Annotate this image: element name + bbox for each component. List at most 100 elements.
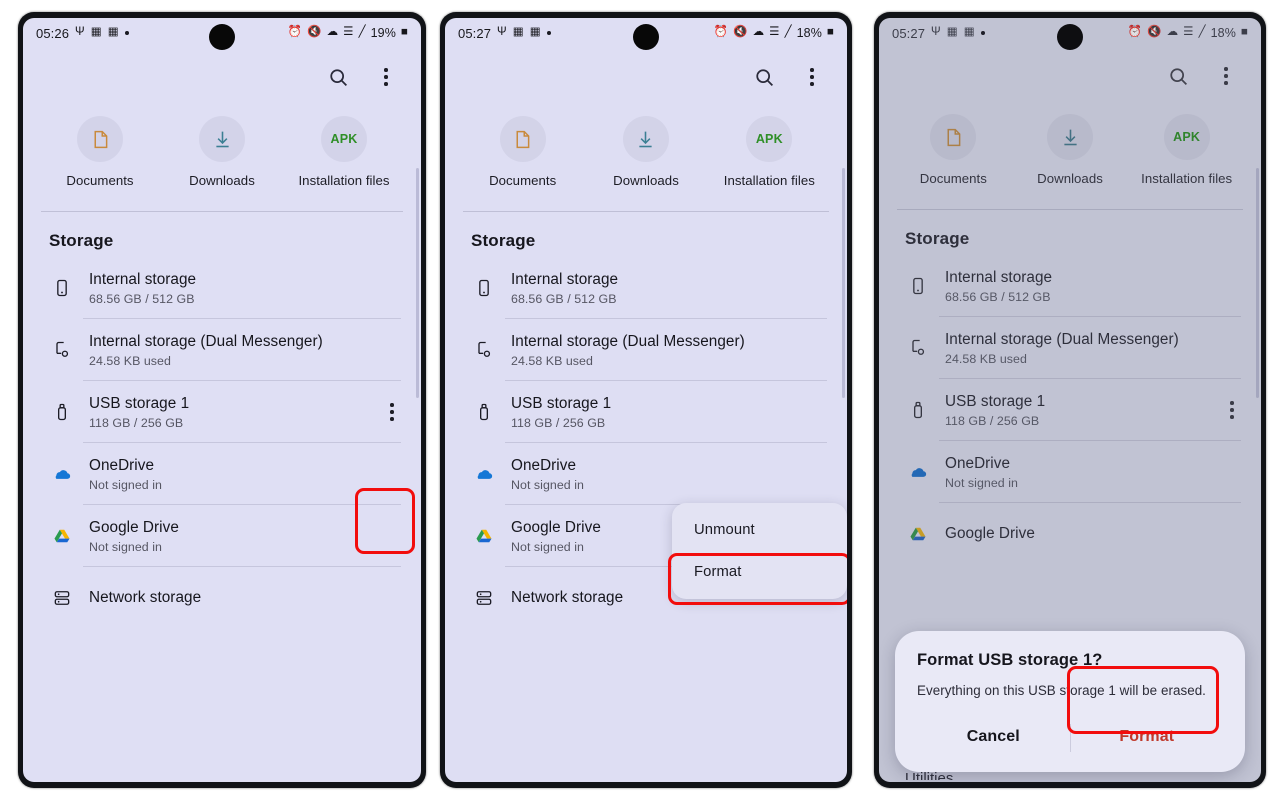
apk-label: APK bbox=[755, 132, 783, 146]
picture-in-picture-icon: ▦ bbox=[107, 26, 119, 39]
network-storage-icon bbox=[45, 581, 79, 615]
usb-drive-icon bbox=[45, 395, 79, 429]
shortcut-label: Documents bbox=[489, 173, 557, 188]
wifi-icon: ☁ bbox=[752, 26, 765, 39]
storage-row-usb[interactable]: USB storage 1 118 GB / 256 GB bbox=[879, 379, 1261, 441]
menu-item-unmount[interactable]: Unmount bbox=[672, 509, 847, 551]
shortcut-label: Installation files bbox=[298, 173, 390, 188]
row-subtitle: 24.58 KB used bbox=[511, 353, 593, 368]
search-icon[interactable] bbox=[325, 64, 351, 90]
row-title: USB storage 1 bbox=[945, 392, 1046, 410]
row-subtitle: Not signed in bbox=[89, 477, 162, 492]
usb-icon: Ψ bbox=[497, 26, 507, 39]
storage-row-google-drive[interactable]: Google Drive Not signed in bbox=[23, 505, 421, 567]
format-button[interactable]: Format bbox=[1071, 714, 1224, 762]
status-time: 05:26 bbox=[36, 25, 70, 41]
shortcut-documents[interactable]: Documents bbox=[461, 116, 584, 188]
storage-list-3: Internal storage 68.56 GB / 512 GB Inter… bbox=[879, 255, 1261, 565]
search-icon[interactable] bbox=[751, 64, 777, 90]
shortcut-installation-files[interactable]: APK Installation files bbox=[283, 116, 405, 188]
usb-drive-icon bbox=[467, 395, 501, 429]
dot-icon bbox=[124, 31, 129, 35]
search-icon[interactable] bbox=[1165, 63, 1191, 89]
row-title: Google Drive bbox=[89, 518, 179, 536]
row-title: USB storage 1 bbox=[511, 394, 612, 412]
phone-screen-3: 05:27 Ψ ▦ ▦ ⏰ 🔇 ☁ ☰ ╱ 18% ■ Documents Do… bbox=[879, 18, 1261, 782]
menu-item-format[interactable]: Format bbox=[672, 551, 847, 593]
storage-row-google-drive[interactable]: Google Drive bbox=[879, 503, 1261, 565]
app-bar-2 bbox=[445, 48, 847, 106]
shortcut-label: Downloads bbox=[1037, 171, 1103, 186]
google-drive-icon bbox=[45, 519, 79, 553]
usb-drive-icon bbox=[901, 393, 935, 427]
shortcut-downloads[interactable]: Downloads bbox=[1012, 114, 1129, 186]
shortcut-documents[interactable]: Documents bbox=[895, 114, 1012, 186]
download-icon bbox=[199, 116, 245, 162]
more-options-icon[interactable] bbox=[373, 64, 399, 90]
more-options-icon[interactable] bbox=[1213, 63, 1239, 89]
usb-more-options-icon[interactable] bbox=[1217, 391, 1247, 429]
storage-row-onedrive[interactable]: OneDrive Not signed in bbox=[879, 441, 1261, 503]
phone-icon bbox=[467, 271, 501, 305]
storage-row-usb[interactable]: USB storage 1 118 GB / 256 GB bbox=[445, 381, 847, 443]
apk-label: APK bbox=[1173, 130, 1201, 144]
mute-icon: 🔇 bbox=[733, 26, 748, 39]
scrollbar-thumb[interactable] bbox=[416, 168, 419, 398]
storage-row-dual-messenger[interactable]: Internal storage (Dual Messenger) 24.58 … bbox=[23, 319, 421, 381]
row-title: Internal storage bbox=[945, 268, 1053, 286]
document-icon bbox=[499, 116, 546, 162]
shortcut-installation-files[interactable]: APK Installation files bbox=[708, 116, 831, 188]
picture-in-picture-icon: ▦ bbox=[529, 26, 541, 39]
status-right-2: ⏰ 🔇 ☁ ☰ ╱ 18% ■ bbox=[714, 26, 834, 40]
storage-row-dual-messenger[interactable]: Internal storage (Dual Messenger) 24.58 … bbox=[879, 317, 1261, 379]
usb-icon: Ψ bbox=[931, 26, 941, 39]
usb-context-menu: Unmount Format bbox=[672, 503, 847, 599]
split-screen-icon: ▦ bbox=[512, 26, 524, 39]
row-title: OneDrive bbox=[511, 456, 577, 474]
scrollbar-thumb[interactable] bbox=[842, 168, 845, 398]
signal-icon: ╱ bbox=[358, 26, 366, 39]
shortcut-label: Installation files bbox=[1141, 171, 1233, 186]
status-time: 05:27 bbox=[892, 25, 926, 41]
shortcuts-row-2: Documents Downloads APK Installation fil… bbox=[445, 106, 847, 188]
app-bar-3 bbox=[879, 48, 1261, 104]
storage-heading: Storage bbox=[905, 229, 970, 248]
shortcut-downloads[interactable]: Downloads bbox=[161, 116, 283, 188]
usb-more-options-icon[interactable] bbox=[377, 393, 407, 431]
row-subtitle: Not signed in bbox=[89, 539, 162, 554]
app-bar-1 bbox=[23, 48, 421, 106]
cancel-button[interactable]: Cancel bbox=[917, 714, 1070, 762]
storage-row-internal[interactable]: Internal storage 68.56 GB / 512 GB bbox=[879, 255, 1261, 317]
split-screen-icon: ▦ bbox=[90, 26, 102, 39]
shortcuts-row-1: Documents Downloads APK Installation fil… bbox=[23, 106, 421, 188]
row-title: OneDrive bbox=[89, 456, 155, 474]
phone-screen-2: 05:27 Ψ ▦ ▦ ⏰ 🔇 ☁ ☰ ╱ 18% ■ Documents Do… bbox=[445, 18, 847, 782]
row-subtitle: 118 GB / 256 GB bbox=[511, 415, 606, 430]
picture-in-picture-icon: ▦ bbox=[963, 26, 975, 39]
storage-row-onedrive[interactable]: OneDrive Not signed in bbox=[23, 443, 421, 505]
storage-row-network[interactable]: Network storage bbox=[23, 567, 421, 629]
storage-row-onedrive[interactable]: OneDrive Not signed in bbox=[445, 443, 847, 505]
row-title: Internal storage (Dual Messenger) bbox=[89, 332, 323, 350]
scrollbar-thumb[interactable] bbox=[1256, 168, 1259, 398]
row-subtitle: 68.56 GB / 512 GB bbox=[89, 291, 195, 306]
onedrive-icon bbox=[467, 457, 501, 491]
more-options-icon[interactable] bbox=[799, 64, 825, 90]
row-subtitle: 118 GB / 256 GB bbox=[89, 415, 184, 430]
dual-messenger-icon bbox=[467, 333, 501, 367]
storage-row-internal[interactable]: Internal storage 68.56 GB / 512 GB bbox=[445, 257, 847, 319]
storage-row-dual-messenger[interactable]: Internal storage (Dual Messenger) 24.58 … bbox=[445, 319, 847, 381]
status-bar-2: 05:27 Ψ ▦ ▦ ⏰ 🔇 ☁ ☰ ╱ 18% ■ bbox=[445, 18, 847, 50]
phone-panel-3: 05:27 Ψ ▦ ▦ ⏰ 🔇 ☁ ☰ ╱ 18% ■ Documents Do… bbox=[874, 12, 1266, 788]
shortcut-installation-files[interactable]: APK Installation files bbox=[1128, 114, 1245, 186]
battery-percent: 18% bbox=[796, 26, 822, 40]
storage-row-internal[interactable]: Internal storage 68.56 GB / 512 GB bbox=[23, 257, 421, 319]
dialog-actions: Cancel Format bbox=[917, 714, 1223, 762]
split-screen-icon: ▦ bbox=[946, 26, 958, 39]
apk-icon: APK bbox=[1163, 114, 1210, 160]
storage-row-usb[interactable]: USB storage 1 118 GB / 256 GB bbox=[23, 381, 421, 443]
shortcut-downloads[interactable]: Downloads bbox=[584, 116, 707, 188]
shortcut-documents[interactable]: Documents bbox=[39, 116, 161, 188]
dialog-message: Everything on this USB storage 1 will be… bbox=[917, 683, 1206, 698]
phone-icon bbox=[901, 269, 935, 303]
